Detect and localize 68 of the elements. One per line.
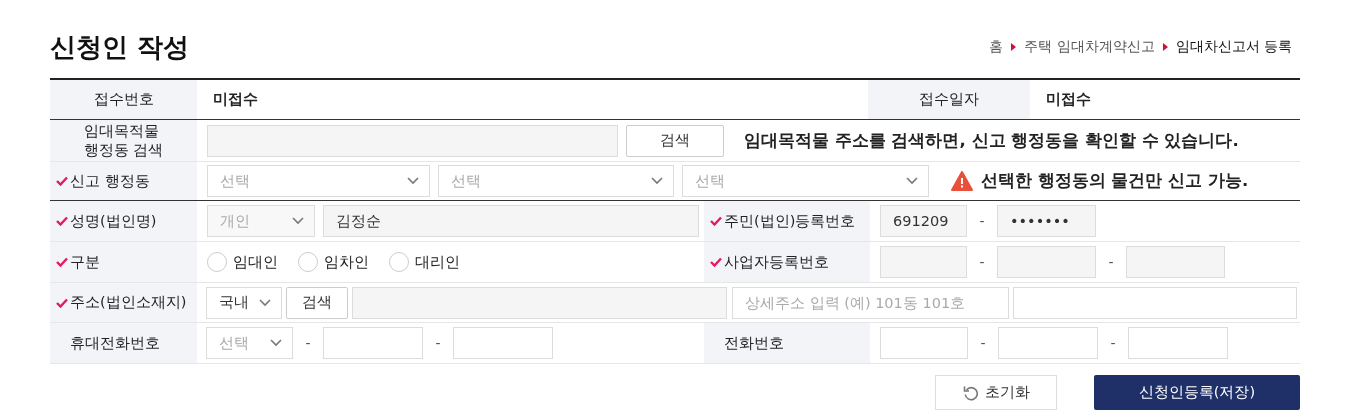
chevron-down-icon <box>407 177 419 185</box>
radio-label[interactable]: 임차인 <box>324 252 369 272</box>
chevron-down-icon <box>259 298 271 307</box>
separator: - <box>979 335 987 351</box>
check-icon <box>56 257 68 267</box>
radio-button[interactable] <box>389 252 409 272</box>
address-field[interactable] <box>352 286 727 319</box>
separator: - <box>978 254 986 270</box>
notice-text: 임대목적물 주소를 검색하면, 신고 행정동을 확인할 수 있습니다. <box>744 129 1239 152</box>
check-icon <box>710 257 722 267</box>
field-label: 접수번호 <box>50 80 197 119</box>
field-label: 사업자등록번호 <box>704 242 870 282</box>
triangle-right-icon <box>1011 43 1017 51</box>
phone-field[interactable] <box>1128 327 1228 359</box>
triangle-right-icon <box>1162 43 1168 51</box>
chevron-down-icon <box>292 217 304 225</box>
check-icon <box>56 297 68 308</box>
password-field[interactable]: ••••••• <box>997 205 1096 237</box>
field-label: 주소(법인소재지) <box>50 283 197 322</box>
field-label: 주민(법인)등록번호 <box>704 201 870 241</box>
field-label: 전화번호 <box>704 323 870 363</box>
address-search-field[interactable] <box>207 124 618 157</box>
phone-field[interactable] <box>880 327 968 359</box>
chevron-down-icon <box>906 177 918 185</box>
page-title: 신청인 작성 <box>50 30 190 64</box>
phone-field[interactable] <box>453 327 553 359</box>
business-number-field[interactable] <box>997 246 1096 278</box>
submit-button[interactable]: 신청인등록(저장) <box>1094 375 1300 410</box>
breadcrumb-item[interactable]: 홈 <box>989 38 1004 56</box>
check-icon <box>56 176 68 186</box>
radio-label[interactable]: 대리인 <box>415 252 460 272</box>
warning-icon <box>951 171 973 191</box>
field-label: 신고 행정동 <box>50 162 197 200</box>
field-label: 성명(법인명) <box>50 201 197 241</box>
business-number-field[interactable] <box>880 246 967 278</box>
radio-button[interactable] <box>298 252 318 272</box>
warning-text: 선택한 행정동의 물건만 신고 가능. <box>981 170 1249 192</box>
receipt-number: 미접수 <box>212 90 258 109</box>
check-icon <box>56 216 68 226</box>
chevron-down-icon <box>651 177 663 185</box>
reset-button[interactable]: 초기화 <box>935 375 1057 410</box>
resident-number-field[interactable]: 691209 <box>880 205 967 237</box>
radio-button[interactable] <box>207 252 227 272</box>
address-extra-field[interactable] <box>1013 286 1297 319</box>
field-label: 접수일자 <box>868 80 1030 119</box>
field-label: 휴대전화번호 <box>50 323 197 363</box>
region-select[interactable]: 국내 <box>206 286 282 319</box>
radio-label[interactable]: 임대인 <box>233 252 278 272</box>
chevron-down-icon <box>270 339 282 347</box>
detail-address-field[interactable]: 상세주소 입력 (예) 101동 101호 <box>732 286 1009 319</box>
field-label: 구분 <box>50 242 197 282</box>
search-button[interactable]: 검색 <box>626 124 724 157</box>
separator: - <box>304 335 312 351</box>
phone-field[interactable] <box>998 327 1098 359</box>
field-label: 임대목적물 행정동 검색 <box>50 120 197 161</box>
separator: - <box>978 213 986 229</box>
breadcrumb-item[interactable]: 임대차신고서 등록 <box>1175 38 1292 56</box>
breadcrumb-item[interactable]: 주택 임대차계약신고 <box>1024 38 1155 56</box>
phone-field[interactable] <box>323 327 423 359</box>
undo-icon <box>962 384 979 401</box>
separator: - <box>434 335 442 351</box>
receipt-date: 미접수 <box>1045 90 1091 109</box>
name-field[interactable]: 김정순 <box>323 205 699 237</box>
separator: - <box>1109 335 1117 351</box>
separator: - <box>1107 254 1115 270</box>
check-icon <box>710 216 722 226</box>
business-number-field[interactable] <box>1126 246 1225 278</box>
search-button[interactable]: 검색 <box>286 286 348 319</box>
